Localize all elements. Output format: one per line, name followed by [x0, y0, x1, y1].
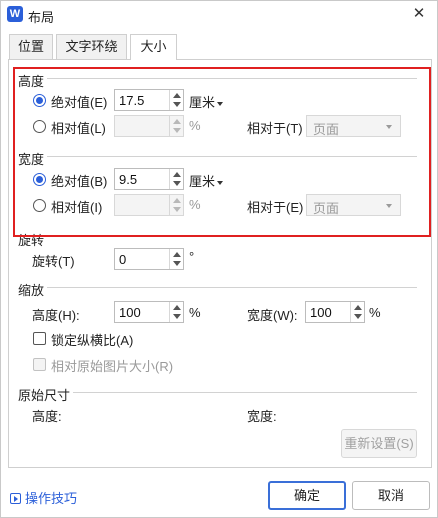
- height-relative-radio[interactable]: [33, 120, 46, 133]
- rotation-section-title: 旋转: [18, 233, 45, 248]
- spin-down-icon[interactable]: [173, 314, 181, 319]
- original-size-section-divider: [73, 392, 417, 393]
- width-relative-label: 相对值(I): [51, 200, 103, 215]
- rotation-unit: °: [189, 249, 195, 264]
- width-relative-to-select: 页面: [306, 194, 401, 216]
- height-section-divider: [47, 78, 417, 79]
- height-absolute-stepper[interactable]: [169, 90, 183, 110]
- height-absolute-value: 17.5: [119, 93, 145, 108]
- spin-down-icon: [173, 128, 181, 133]
- height-absolute-radio[interactable]: [33, 94, 46, 107]
- title-bar: W 布局 ✕: [1, 1, 437, 29]
- layout-dialog: W 布局 ✕ 位置 文字环绕 大小 高度 绝对值(E) 17.5 厘米 相对值(…: [0, 0, 438, 518]
- close-button[interactable]: ✕: [409, 4, 429, 24]
- width-section-title: 宽度: [18, 152, 45, 167]
- height-relative-label: 相对值(L): [51, 121, 106, 136]
- relative-original-checkbox: [33, 358, 46, 371]
- scale-height-value: 100: [119, 305, 141, 320]
- height-section-title: 高度: [18, 74, 45, 89]
- play-icon: [10, 493, 21, 504]
- spin-down-icon[interactable]: [173, 102, 181, 107]
- scale-height-unit: %: [189, 305, 201, 320]
- width-relative-input: [114, 194, 184, 216]
- tips-label: 操作技巧: [25, 491, 78, 506]
- height-relative-stepper: [169, 116, 183, 136]
- caret-down-icon: [386, 204, 392, 208]
- height-unit-dropdown[interactable]: 厘米: [189, 92, 224, 111]
- spin-up-icon[interactable]: [173, 252, 181, 257]
- rotation-label: 旋转(T): [32, 254, 75, 269]
- lock-aspect-checkbox[interactable]: [33, 332, 46, 345]
- reset-button: 重新设置(S): [341, 429, 417, 458]
- dialog-title: 布局: [28, 10, 55, 25]
- rotation-value: 0: [119, 252, 127, 267]
- height-unit-label: 厘米: [189, 95, 216, 110]
- height-relative-to-select: 页面: [306, 115, 401, 137]
- width-absolute-label: 绝对值(B): [51, 174, 108, 189]
- scale-width-stepper[interactable]: [350, 302, 364, 322]
- scale-width-unit: %: [369, 305, 381, 320]
- cancel-button[interactable]: 取消: [352, 481, 430, 510]
- caret-down-icon: [217, 101, 224, 106]
- original-size-section-title: 原始尺寸: [18, 388, 71, 403]
- scale-height-label: 高度(H):: [32, 308, 80, 323]
- width-absolute-radio[interactable]: [33, 173, 46, 186]
- original-width-label: 宽度:: [247, 409, 277, 424]
- ok-button[interactable]: 确定: [268, 481, 346, 510]
- width-relative-radio[interactable]: [33, 199, 46, 212]
- spin-down-icon: [173, 207, 181, 212]
- scale-height-input[interactable]: 100: [114, 301, 184, 323]
- spin-up-icon[interactable]: [173, 93, 181, 98]
- scale-section-divider: [47, 287, 417, 288]
- spin-up-icon[interactable]: [354, 305, 362, 310]
- width-relative-to-value: 页面: [313, 201, 340, 216]
- scale-width-label: 宽度(W):: [247, 308, 298, 323]
- width-absolute-input[interactable]: 9.5: [114, 168, 184, 190]
- scale-height-stepper[interactable]: [169, 302, 183, 322]
- height-relative-unit: %: [189, 118, 201, 133]
- width-absolute-value: 9.5: [119, 172, 138, 187]
- spin-up-icon[interactable]: [173, 305, 181, 310]
- scale-section-title: 缩放: [18, 283, 45, 298]
- height-relative-input: [114, 115, 184, 137]
- tab-text-wrapping[interactable]: 文字环绕: [56, 34, 127, 59]
- spin-up-icon[interactable]: [173, 172, 181, 177]
- operation-tips-link[interactable]: 操作技巧: [10, 488, 77, 507]
- height-relative-to-label: 相对于(T): [247, 121, 303, 136]
- rotation-stepper[interactable]: [169, 249, 183, 269]
- relative-original-label: 相对原始图片大小(R): [51, 359, 174, 374]
- caret-down-icon: [217, 180, 224, 185]
- spin-down-icon[interactable]: [354, 314, 362, 319]
- width-relative-stepper: [169, 195, 183, 215]
- tab-position[interactable]: 位置: [9, 34, 53, 59]
- width-relative-to-label: 相对于(E): [247, 200, 304, 215]
- tab-size[interactable]: 大小: [130, 34, 177, 60]
- height-absolute-label: 绝对值(E): [51, 95, 108, 110]
- height-relative-to-value: 页面: [313, 122, 340, 137]
- original-height-label: 高度:: [32, 409, 62, 424]
- width-section-divider: [47, 156, 417, 157]
- spin-up-icon: [173, 198, 181, 203]
- scale-width-value: 100: [310, 305, 332, 320]
- spin-up-icon: [173, 119, 181, 124]
- lock-aspect-label: 锁定纵横比(A): [51, 333, 134, 348]
- close-icon: ✕: [412, 5, 426, 22]
- caret-down-icon: [386, 125, 392, 129]
- width-unit-dropdown[interactable]: 厘米: [189, 171, 224, 190]
- scale-width-input[interactable]: 100: [305, 301, 365, 323]
- width-absolute-stepper[interactable]: [169, 169, 183, 189]
- rotation-input[interactable]: 0: [114, 248, 184, 270]
- spin-down-icon[interactable]: [173, 181, 181, 186]
- spin-down-icon[interactable]: [173, 261, 181, 266]
- width-unit-label: 厘米: [189, 174, 216, 189]
- height-absolute-input[interactable]: 17.5: [114, 89, 184, 111]
- width-relative-unit: %: [189, 197, 201, 212]
- wps-writer-icon: W: [7, 6, 23, 22]
